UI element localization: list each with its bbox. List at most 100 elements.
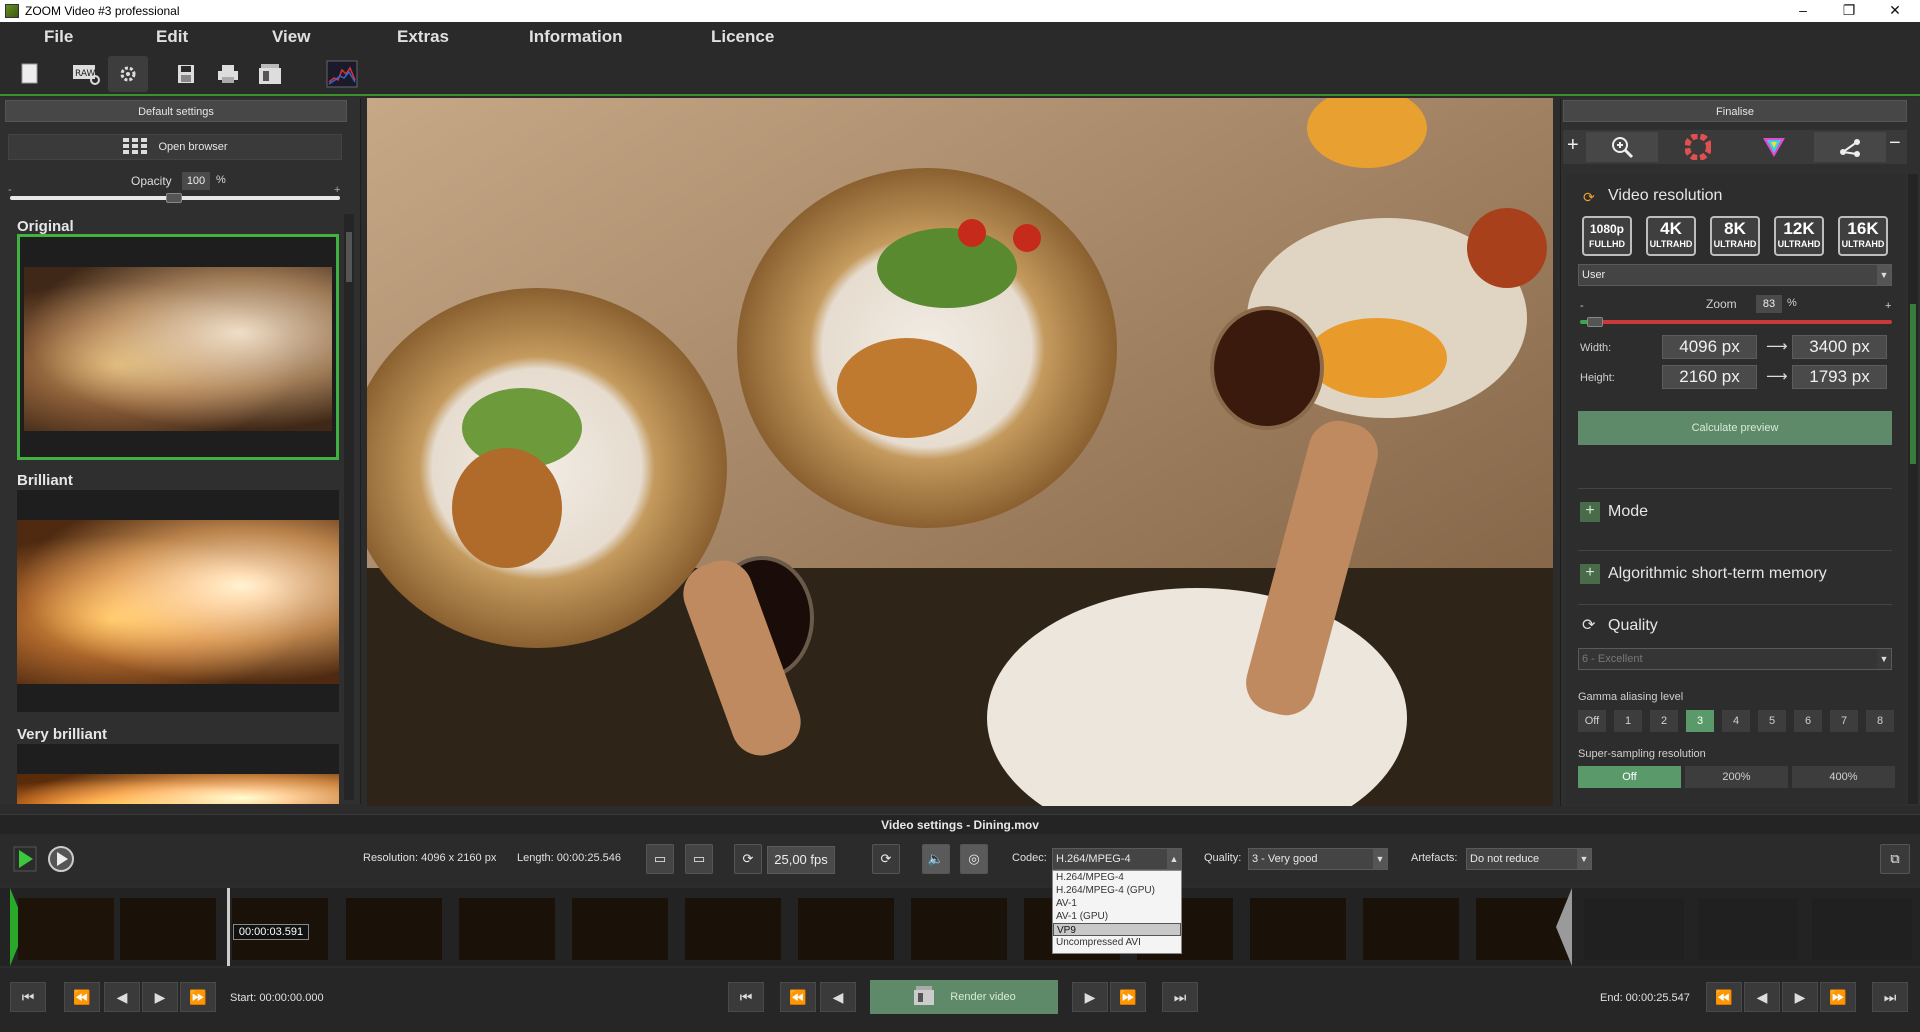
ast-memory-title[interactable]: Algorithmic short-term memory [1608, 565, 1827, 583]
default-settings-header[interactable]: Default settings [5, 100, 347, 122]
opacity-slider-knob[interactable] [166, 193, 182, 203]
step-forward-icon[interactable]: ▶ [1782, 982, 1818, 1012]
settings-gear-icon[interactable] [108, 56, 148, 92]
codec-option-av1-gpu[interactable]: AV-1 (GPU) [1053, 910, 1181, 923]
super-sampling-200[interactable]: 200% [1685, 766, 1788, 788]
print-icon[interactable] [208, 56, 248, 92]
go-to-start-icon[interactable]: ⏮ [10, 982, 46, 1012]
zoom-value[interactable]: 83 [1756, 295, 1782, 313]
close-button[interactable]: ✕ [1872, 0, 1918, 22]
gamma-level-3[interactable]: 3 [1686, 710, 1714, 732]
menu-extras[interactable]: Extras [397, 27, 449, 47]
new-document-icon[interactable] [10, 56, 50, 92]
finalise-header[interactable]: Finalise [1563, 100, 1907, 122]
fast-rewind-icon[interactable]: ⏪ [780, 982, 816, 1012]
codec-option-vp9[interactable]: VP9 [1053, 923, 1181, 936]
film-frame[interactable] [120, 898, 216, 960]
gamma-level-off[interactable]: Off [1578, 710, 1606, 732]
codec-select[interactable]: H.264/MPEG-4 ▲ [1052, 848, 1182, 870]
film-frame[interactable] [459, 898, 555, 960]
quality-select[interactable]: 6 - Excellent ▼ [1578, 648, 1892, 670]
height-target-field[interactable]: 1793 px [1792, 365, 1887, 389]
gamma-level-8[interactable]: 8 [1866, 710, 1894, 732]
open-browser-button[interactable]: Open browser [8, 134, 342, 160]
render-video-button[interactable]: Render video [870, 980, 1058, 1014]
mode-title[interactable]: Mode [1608, 503, 1648, 521]
res-chip-8k[interactable]: 8K ULTRAHD [1710, 216, 1760, 256]
preset-scrollbar[interactable] [344, 214, 354, 800]
expand-mode-icon[interactable]: + [1580, 502, 1600, 522]
step-forward-icon[interactable]: ▶ [1072, 982, 1108, 1012]
expand-ast-memory-icon[interactable]: + [1580, 564, 1600, 584]
fast-forward-icon[interactable]: ⏩ [180, 982, 216, 1012]
share-icon[interactable] [1814, 132, 1886, 162]
quality-refresh-icon[interactable]: ⟳ [1582, 615, 1595, 635]
artefacts-select[interactable]: Do not reduce ▼ [1466, 848, 1592, 870]
fps-field[interactable]: 25,00 fps [767, 846, 835, 874]
go-to-end-icon[interactable]: ⏭ [1162, 982, 1198, 1012]
height-source-field[interactable]: 2160 px [1662, 365, 1757, 389]
res-chip-1080p[interactable]: 1080p FULLHD [1582, 216, 1632, 256]
menu-licence[interactable]: Licence [711, 27, 774, 47]
super-sampling-400[interactable]: 400% [1792, 766, 1895, 788]
remove-icon[interactable]: − [1889, 132, 1901, 155]
preset-original-card[interactable] [17, 234, 339, 460]
width-source-field[interactable]: 4096 px [1662, 335, 1757, 359]
video-resolution-refresh-icon[interactable]: ⟳ [1583, 189, 1595, 206]
render-film-icon[interactable] [250, 56, 290, 92]
gamma-level-2[interactable]: 2 [1650, 710, 1678, 732]
film-frame[interactable] [346, 898, 442, 960]
step-back-icon[interactable]: ◀ [820, 982, 856, 1012]
res-chip-4k[interactable]: 4K ULTRAHD [1646, 216, 1696, 256]
video-quality-select[interactable]: 3 - Very good ▼ [1248, 848, 1388, 870]
go-to-end-icon[interactable]: ⏭ [1872, 982, 1908, 1012]
color-wheel-icon[interactable] [1662, 132, 1734, 162]
width-target-field[interactable]: 3400 px [1792, 335, 1887, 359]
color-triangle-icon[interactable] [1738, 132, 1810, 162]
step-back-icon[interactable]: ◀ [104, 982, 140, 1012]
main-preview-image[interactable] [367, 98, 1553, 806]
film-frame-excluded[interactable] [1584, 898, 1684, 960]
preview-play-icon[interactable] [46, 844, 76, 874]
zoom-slider-knob[interactable] [1587, 317, 1603, 327]
film-frame[interactable] [911, 898, 1007, 960]
film-frame-excluded[interactable] [1698, 898, 1798, 960]
super-sampling-off[interactable]: Off [1578, 766, 1681, 788]
right-scrollbar[interactable] [1908, 174, 1918, 804]
fast-forward-icon[interactable]: ⏩ [1820, 982, 1856, 1012]
add-icon[interactable]: + [1567, 134, 1579, 157]
film-frame[interactable] [18, 898, 114, 960]
step-back-icon[interactable]: ◀ [1744, 982, 1780, 1012]
resolution-preset-select[interactable]: User ▼ [1578, 264, 1892, 286]
crop-icon[interactable]: ▭ [646, 844, 674, 874]
codec-option-h264-gpu[interactable]: H.264/MPEG-4 (GPU) [1053, 884, 1181, 897]
film-frame[interactable] [572, 898, 668, 960]
save-icon[interactable] [166, 56, 206, 92]
zoom-tool-icon[interactable] [1586, 132, 1658, 162]
fast-forward-icon[interactable]: ⏩ [1110, 982, 1146, 1012]
fast-rewind-icon[interactable]: ⏪ [64, 982, 100, 1012]
end-marker-icon[interactable] [1554, 888, 1574, 966]
histogram-icon[interactable] [322, 56, 362, 92]
maximize-button[interactable]: ❐ [1826, 0, 1872, 22]
play-icon[interactable] [10, 844, 40, 874]
opacity-value[interactable]: 100 [182, 172, 210, 190]
export-icon[interactable]: ⧉ [1880, 844, 1910, 874]
gamma-level-5[interactable]: 5 [1758, 710, 1786, 732]
res-chip-12k[interactable]: 12K ULTRAHD [1774, 216, 1824, 256]
calculate-preview-button[interactable]: Calculate preview [1578, 411, 1892, 445]
film-frame[interactable] [1363, 898, 1459, 960]
aspect-icon[interactable]: ▭ [685, 844, 713, 874]
fps-refresh-icon[interactable]: ⟳ [734, 844, 762, 874]
gamma-level-7[interactable]: 7 [1830, 710, 1858, 732]
res-chip-16k[interactable]: 16K ULTRAHD [1838, 216, 1888, 256]
menu-edit[interactable]: Edit [156, 27, 188, 47]
right-scrollbar-thumb[interactable] [1910, 304, 1916, 464]
fast-rewind-icon[interactable]: ⏪ [1706, 982, 1742, 1012]
audio-refresh-icon[interactable]: ⟳ [872, 844, 900, 874]
film-frame-excluded[interactable] [1812, 898, 1912, 960]
gamma-level-6[interactable]: 6 [1794, 710, 1822, 732]
film-frame[interactable] [1250, 898, 1346, 960]
gamma-level-1[interactable]: 1 [1614, 710, 1642, 732]
audio-settings-icon[interactable]: ◎ [960, 844, 988, 874]
